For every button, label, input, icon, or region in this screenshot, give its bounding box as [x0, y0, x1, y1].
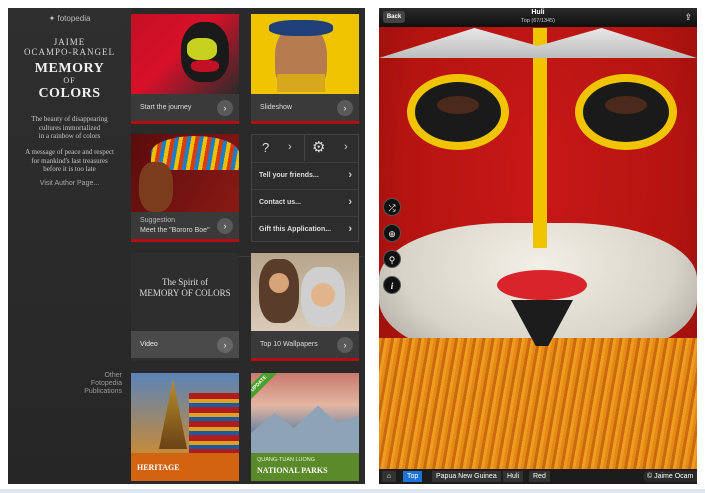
gear-icon[interactable]: ⚙	[312, 138, 325, 156]
suggestion-tile[interactable]: Suggestion Meet the "Bororo Boe" ›	[131, 134, 239, 242]
painted-face-photo	[131, 14, 239, 94]
update-badge: UPDATE	[251, 373, 279, 404]
message: A message of peace and respect for manki…	[25, 148, 114, 173]
np-title: NATIONAL PARKS	[257, 466, 328, 475]
book-title-line1: MEMORY	[34, 61, 105, 76]
fotopedia-logo-icon: ✦	[48, 14, 56, 23]
photo-viewer: Back Huli Top (67/1345) ⇪ ⤮ ⊕ ⚲ i ⌂ Top …	[379, 8, 697, 484]
top-bar: Back Huli Top (67/1345) ⇪	[379, 8, 697, 27]
info-icon[interactable]: i	[383, 276, 401, 294]
wallpapers-label: Top 10 Wallpapers	[260, 341, 318, 348]
huli-face-photo	[379, 8, 697, 484]
wallpapers-tile[interactable]: Top 10 Wallpapers ›	[251, 253, 359, 361]
author-name: JAIME OCAMPO-RANGEL	[23, 37, 115, 57]
search-icon[interactable]: ⚲	[383, 250, 401, 268]
video-tile[interactable]: The Spirit of MEMORY OF COLORS Video ›	[131, 253, 239, 361]
national-parks-publication-tile[interactable]: UPDATE QUANG-TUAN LUONG NATIONAL PARKS	[251, 373, 359, 481]
elder-portrait-photo	[251, 14, 359, 94]
breadcrumb-red[interactable]: Red	[529, 471, 550, 482]
children-photo	[251, 253, 359, 331]
share-icon[interactable]: ⇪	[684, 12, 692, 23]
headdress-photo	[131, 134, 239, 212]
contact-us-item[interactable]: Contact us... ›	[252, 189, 358, 216]
video-label: Video	[140, 341, 158, 348]
chevron-right-icon[interactable]: ›	[217, 337, 233, 353]
start-journey-tile[interactable]: Start the journey ›	[131, 14, 239, 124]
tagline: The beauty of disappearing cultures immo…	[31, 115, 108, 140]
home-icon[interactable]: ⌂	[382, 471, 396, 482]
slideshow-label: Slideshow	[260, 104, 292, 111]
suggestion-title: Meet the "Bororo Boe"	[140, 227, 210, 234]
breadcrumb-bar: ⌂ Top Papua New Guinea Huli Red © Jaime …	[379, 469, 697, 484]
slideshow-tile[interactable]: Slideshow ›	[251, 14, 359, 124]
photo-position: Top (67/1345)	[521, 18, 555, 24]
breadcrumb-papua-new-guinea[interactable]: Papua New Guinea	[432, 471, 501, 482]
other-publications-label: Other Fotopedia Publications	[84, 372, 122, 395]
np-author: QUANG-TUAN LUONG	[257, 457, 316, 463]
chevron-right-icon[interactable]: ›	[217, 218, 233, 234]
video-title: The Spirit of MEMORY OF COLORS	[139, 277, 231, 298]
temple-photo	[131, 373, 239, 453]
home-screen: ✦ fotopedia JAIME OCAMPO-RANGEL MEMORY O…	[8, 8, 365, 484]
mountain-photo: UPDATE	[251, 373, 359, 453]
chevron-right-icon: ›	[348, 223, 352, 235]
gift-app-item[interactable]: Gift this Application... ›	[252, 216, 358, 243]
bottom-edge	[0, 489, 705, 493]
options-menu: ? › ⚙ › Tell your friends... › Contact u…	[251, 134, 359, 242]
fotopedia-logo: ✦ fotopedia	[48, 14, 91, 23]
chevron-right-icon[interactable]: ›	[344, 141, 348, 153]
globe-icon[interactable]: ⊕	[383, 224, 401, 242]
heritage-publication-tile[interactable]: HERITAGE	[131, 373, 239, 481]
book-title-line3: COLORS	[38, 86, 101, 101]
sidebar: ✦ fotopedia JAIME OCAMPO-RANGEL MEMORY O…	[8, 8, 131, 484]
chevron-right-icon: ›	[348, 196, 352, 208]
breadcrumb-top[interactable]: Top	[403, 471, 423, 482]
chevron-right-icon[interactable]: ›	[288, 141, 292, 153]
visit-author-link[interactable]: Visit Author Page...	[8, 180, 131, 187]
book-title-line2: OF	[63, 76, 76, 85]
tell-friends-item[interactable]: Tell your friends... ›	[252, 162, 358, 189]
chevron-right-icon[interactable]: ›	[217, 100, 233, 116]
photo-credit[interactable]: © Jaime Ocam	[643, 471, 697, 482]
breadcrumb-huli[interactable]: Huli	[503, 471, 524, 482]
start-journey-label: Start the journey	[140, 104, 192, 111]
shuffle-icon[interactable]: ⤮	[383, 198, 401, 216]
chevron-right-icon[interactable]: ›	[337, 100, 353, 116]
suggestion-label: Suggestion	[140, 217, 176, 224]
chevron-right-icon[interactable]: ›	[337, 337, 353, 353]
help-icon[interactable]: ?	[262, 140, 269, 155]
heritage-label: HERITAGE	[137, 463, 180, 472]
chevron-right-icon: ›	[348, 169, 352, 181]
photo-title: Huli	[531, 9, 545, 16]
